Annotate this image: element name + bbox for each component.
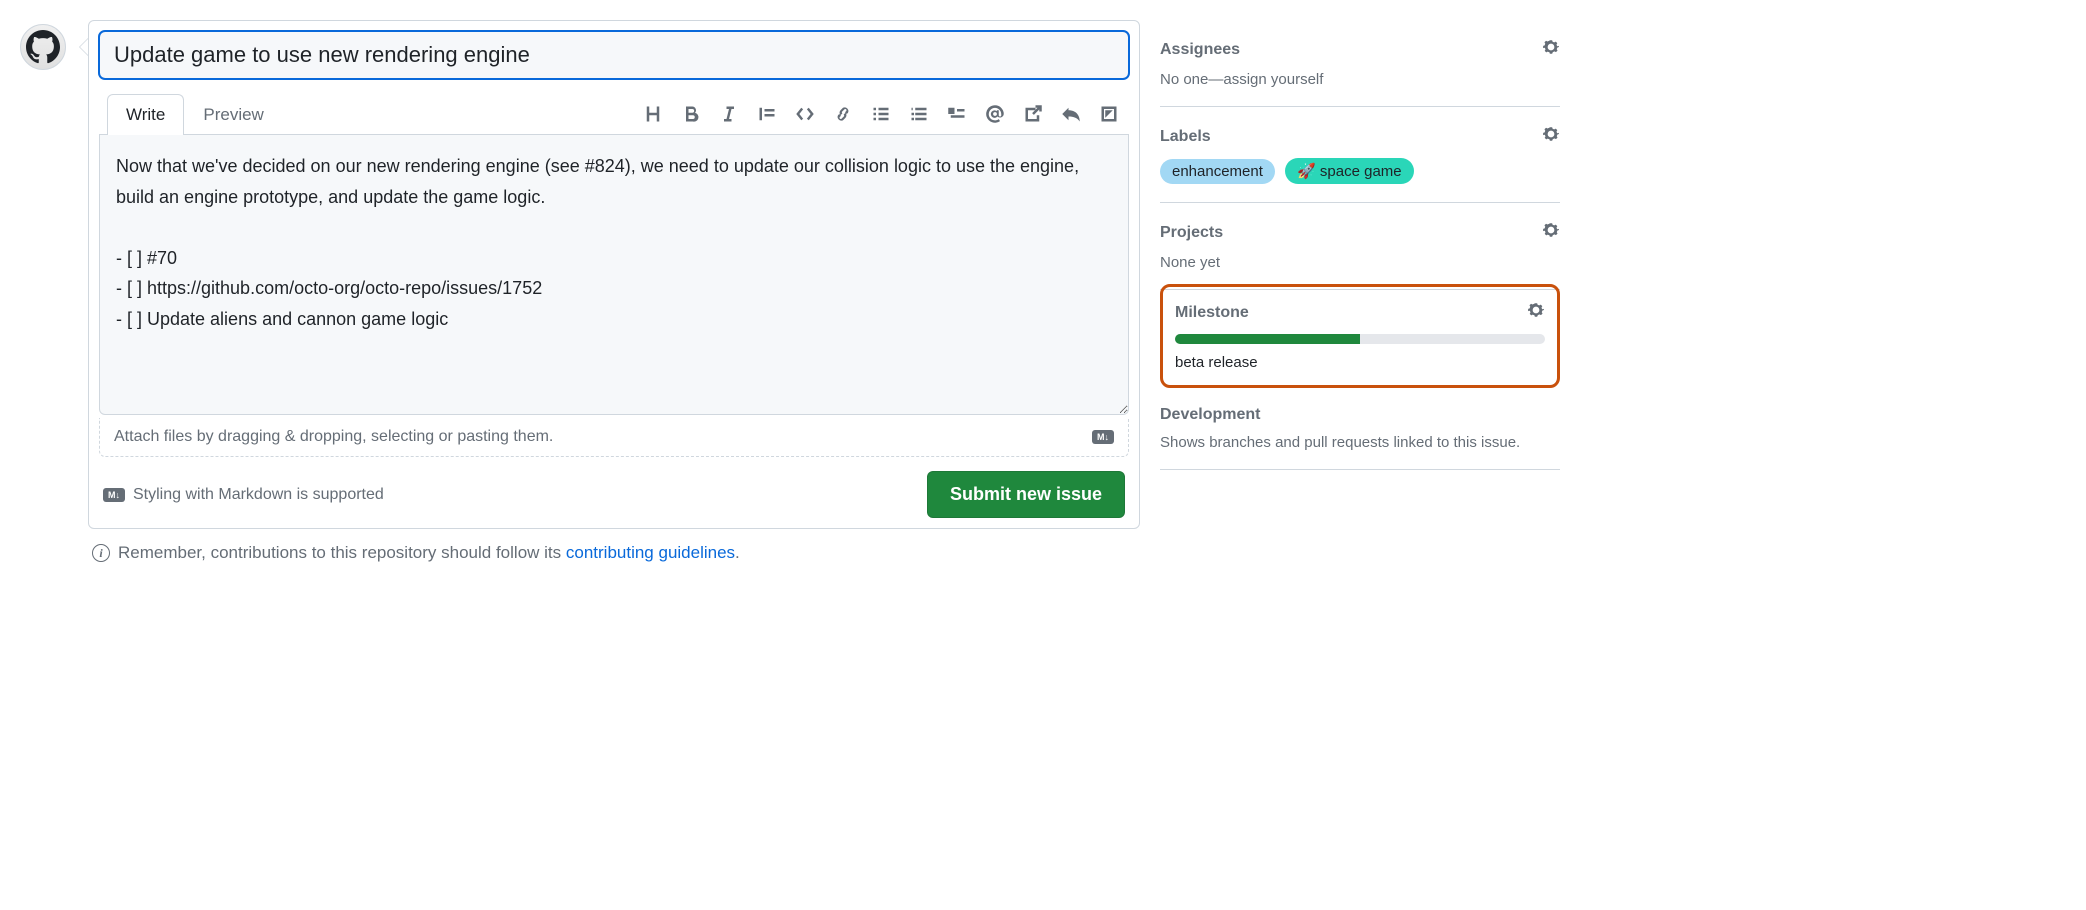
assignees-title: Assignees — [1160, 41, 1240, 59]
italic-icon[interactable] — [719, 104, 739, 124]
assignees-none: No one— — [1160, 71, 1223, 88]
tab-preview[interactable]: Preview — [184, 94, 282, 135]
unordered-list-icon[interactable] — [871, 104, 891, 124]
cross-reference-icon[interactable] — [1023, 104, 1043, 124]
attach-hint-row[interactable]: Attach files by dragging & dropping, sel… — [99, 418, 1129, 457]
label-space-game[interactable]: 🚀 space game — [1285, 158, 1414, 184]
projects-none: None yet — [1160, 254, 1560, 271]
labels-title: Labels — [1160, 128, 1211, 146]
issue-body-textarea[interactable] — [99, 135, 1129, 415]
gear-icon[interactable] — [1527, 301, 1545, 324]
code-icon[interactable] — [795, 104, 815, 124]
markdown-badge-icon[interactable]: M↓ — [1092, 430, 1114, 444]
markdown-support-note: M↓ Styling with Markdown is supported — [103, 486, 384, 504]
label-enhancement[interactable]: enhancement — [1160, 159, 1275, 184]
projects-title: Projects — [1160, 224, 1223, 242]
diff-icon[interactable] — [1099, 104, 1119, 124]
milestone-name[interactable]: beta release — [1175, 354, 1545, 371]
markdown-badge-icon: M↓ — [103, 488, 125, 502]
mention-icon[interactable] — [985, 104, 1005, 124]
ordered-list-icon[interactable] — [909, 104, 929, 124]
tab-write[interactable]: Write — [107, 94, 184, 135]
development-desc: Shows branches and pull requests linked … — [1160, 434, 1560, 451]
markdown-toolbar — [643, 104, 1129, 124]
gear-icon[interactable] — [1542, 125, 1560, 148]
assign-yourself-link[interactable]: assign yourself — [1223, 71, 1323, 88]
contrib-text: Remember, contributions to this reposito… — [118, 543, 566, 562]
attach-hint-text: Attach files by dragging & dropping, sel… — [114, 428, 553, 446]
issue-form: Write Preview — [88, 20, 1140, 529]
contrib-suffix: . — [735, 543, 740, 562]
task-list-icon[interactable] — [947, 104, 967, 124]
contributing-guidelines-link[interactable]: contributing guidelines — [566, 543, 735, 562]
submit-issue-button[interactable]: Submit new issue — [927, 471, 1125, 518]
user-avatar[interactable] — [20, 24, 66, 70]
info-icon: i — [92, 544, 110, 562]
quote-icon[interactable] — [757, 104, 777, 124]
link-icon[interactable] — [833, 104, 853, 124]
development-title: Development — [1160, 406, 1260, 424]
milestone-progress — [1175, 334, 1545, 344]
heading-icon[interactable] — [643, 104, 663, 124]
bold-icon[interactable] — [681, 104, 701, 124]
issue-title-input[interactable] — [99, 31, 1129, 79]
reply-icon[interactable] — [1061, 104, 1081, 124]
milestone-title: Milestone — [1175, 304, 1249, 322]
gear-icon[interactable] — [1542, 221, 1560, 244]
gear-icon[interactable] — [1542, 38, 1560, 61]
